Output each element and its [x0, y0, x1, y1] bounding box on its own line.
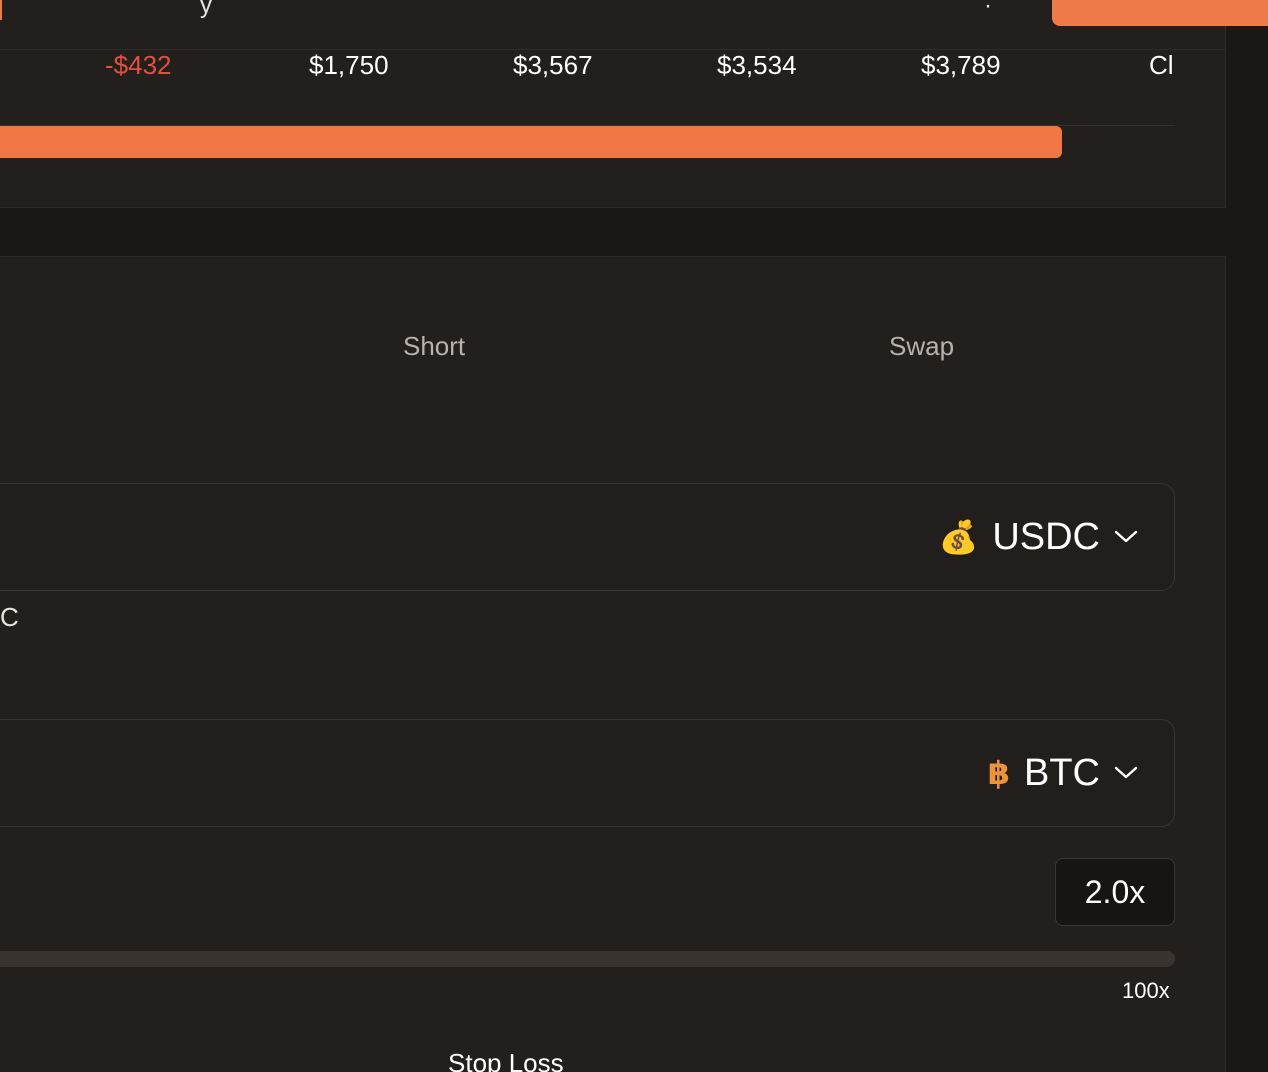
- balance-label: C: [0, 602, 19, 632]
- trade-panel: Short Swap 💰 USDC C ฿ BTC 2.0x 100x Stop…: [0, 256, 1226, 1072]
- value-cell: -$432: [105, 50, 172, 80]
- pay-token-input[interactable]: 💰 USDC: [0, 483, 1175, 591]
- bitcoin-icon: ฿: [987, 754, 1010, 792]
- value-cell: $3,789: [921, 50, 1001, 80]
- header-cutoff-text: ·: [984, 0, 992, 19]
- chevron-down-icon: [1114, 766, 1138, 780]
- positions-header: y ·: [0, 0, 1268, 50]
- value-cell: $3,567: [513, 50, 593, 80]
- header-cutoff-text: y: [200, 0, 212, 19]
- header-edge-mark: [0, 0, 2, 20]
- progress-bar-fill: [0, 126, 1062, 158]
- progress-bar: [0, 126, 1175, 158]
- leverage-max-label: 100x: [1122, 978, 1170, 1003]
- value-cell: $1,750: [309, 50, 389, 80]
- pay-token-symbol: USDC: [992, 515, 1100, 558]
- pay-token-select[interactable]: 💰 USDC: [938, 512, 1138, 562]
- value-cell: Cl: [1149, 50, 1174, 80]
- header-action-button[interactable]: [1052, 0, 1268, 26]
- positions-panel: y · -$432 $1,750 $3,567 $3,534 $3,789 Cl: [0, 0, 1268, 208]
- tab-short[interactable]: Short: [403, 331, 465, 362]
- receive-token-input[interactable]: ฿ BTC: [0, 719, 1175, 827]
- right-gutter: [1226, 0, 1268, 1072]
- receive-token-select[interactable]: ฿ BTC: [988, 748, 1138, 798]
- money-bag-icon: 💰: [938, 519, 979, 555]
- tab-swap[interactable]: Swap: [889, 331, 954, 362]
- leverage-value-input[interactable]: 2.0x: [1055, 858, 1175, 926]
- chevron-down-icon: [1114, 530, 1138, 544]
- stop-loss-label[interactable]: Stop Loss: [448, 1048, 564, 1072]
- receive-token-symbol: BTC: [1024, 751, 1100, 794]
- value-cell: $3,534: [717, 50, 797, 80]
- leverage-slider[interactable]: [0, 951, 1175, 967]
